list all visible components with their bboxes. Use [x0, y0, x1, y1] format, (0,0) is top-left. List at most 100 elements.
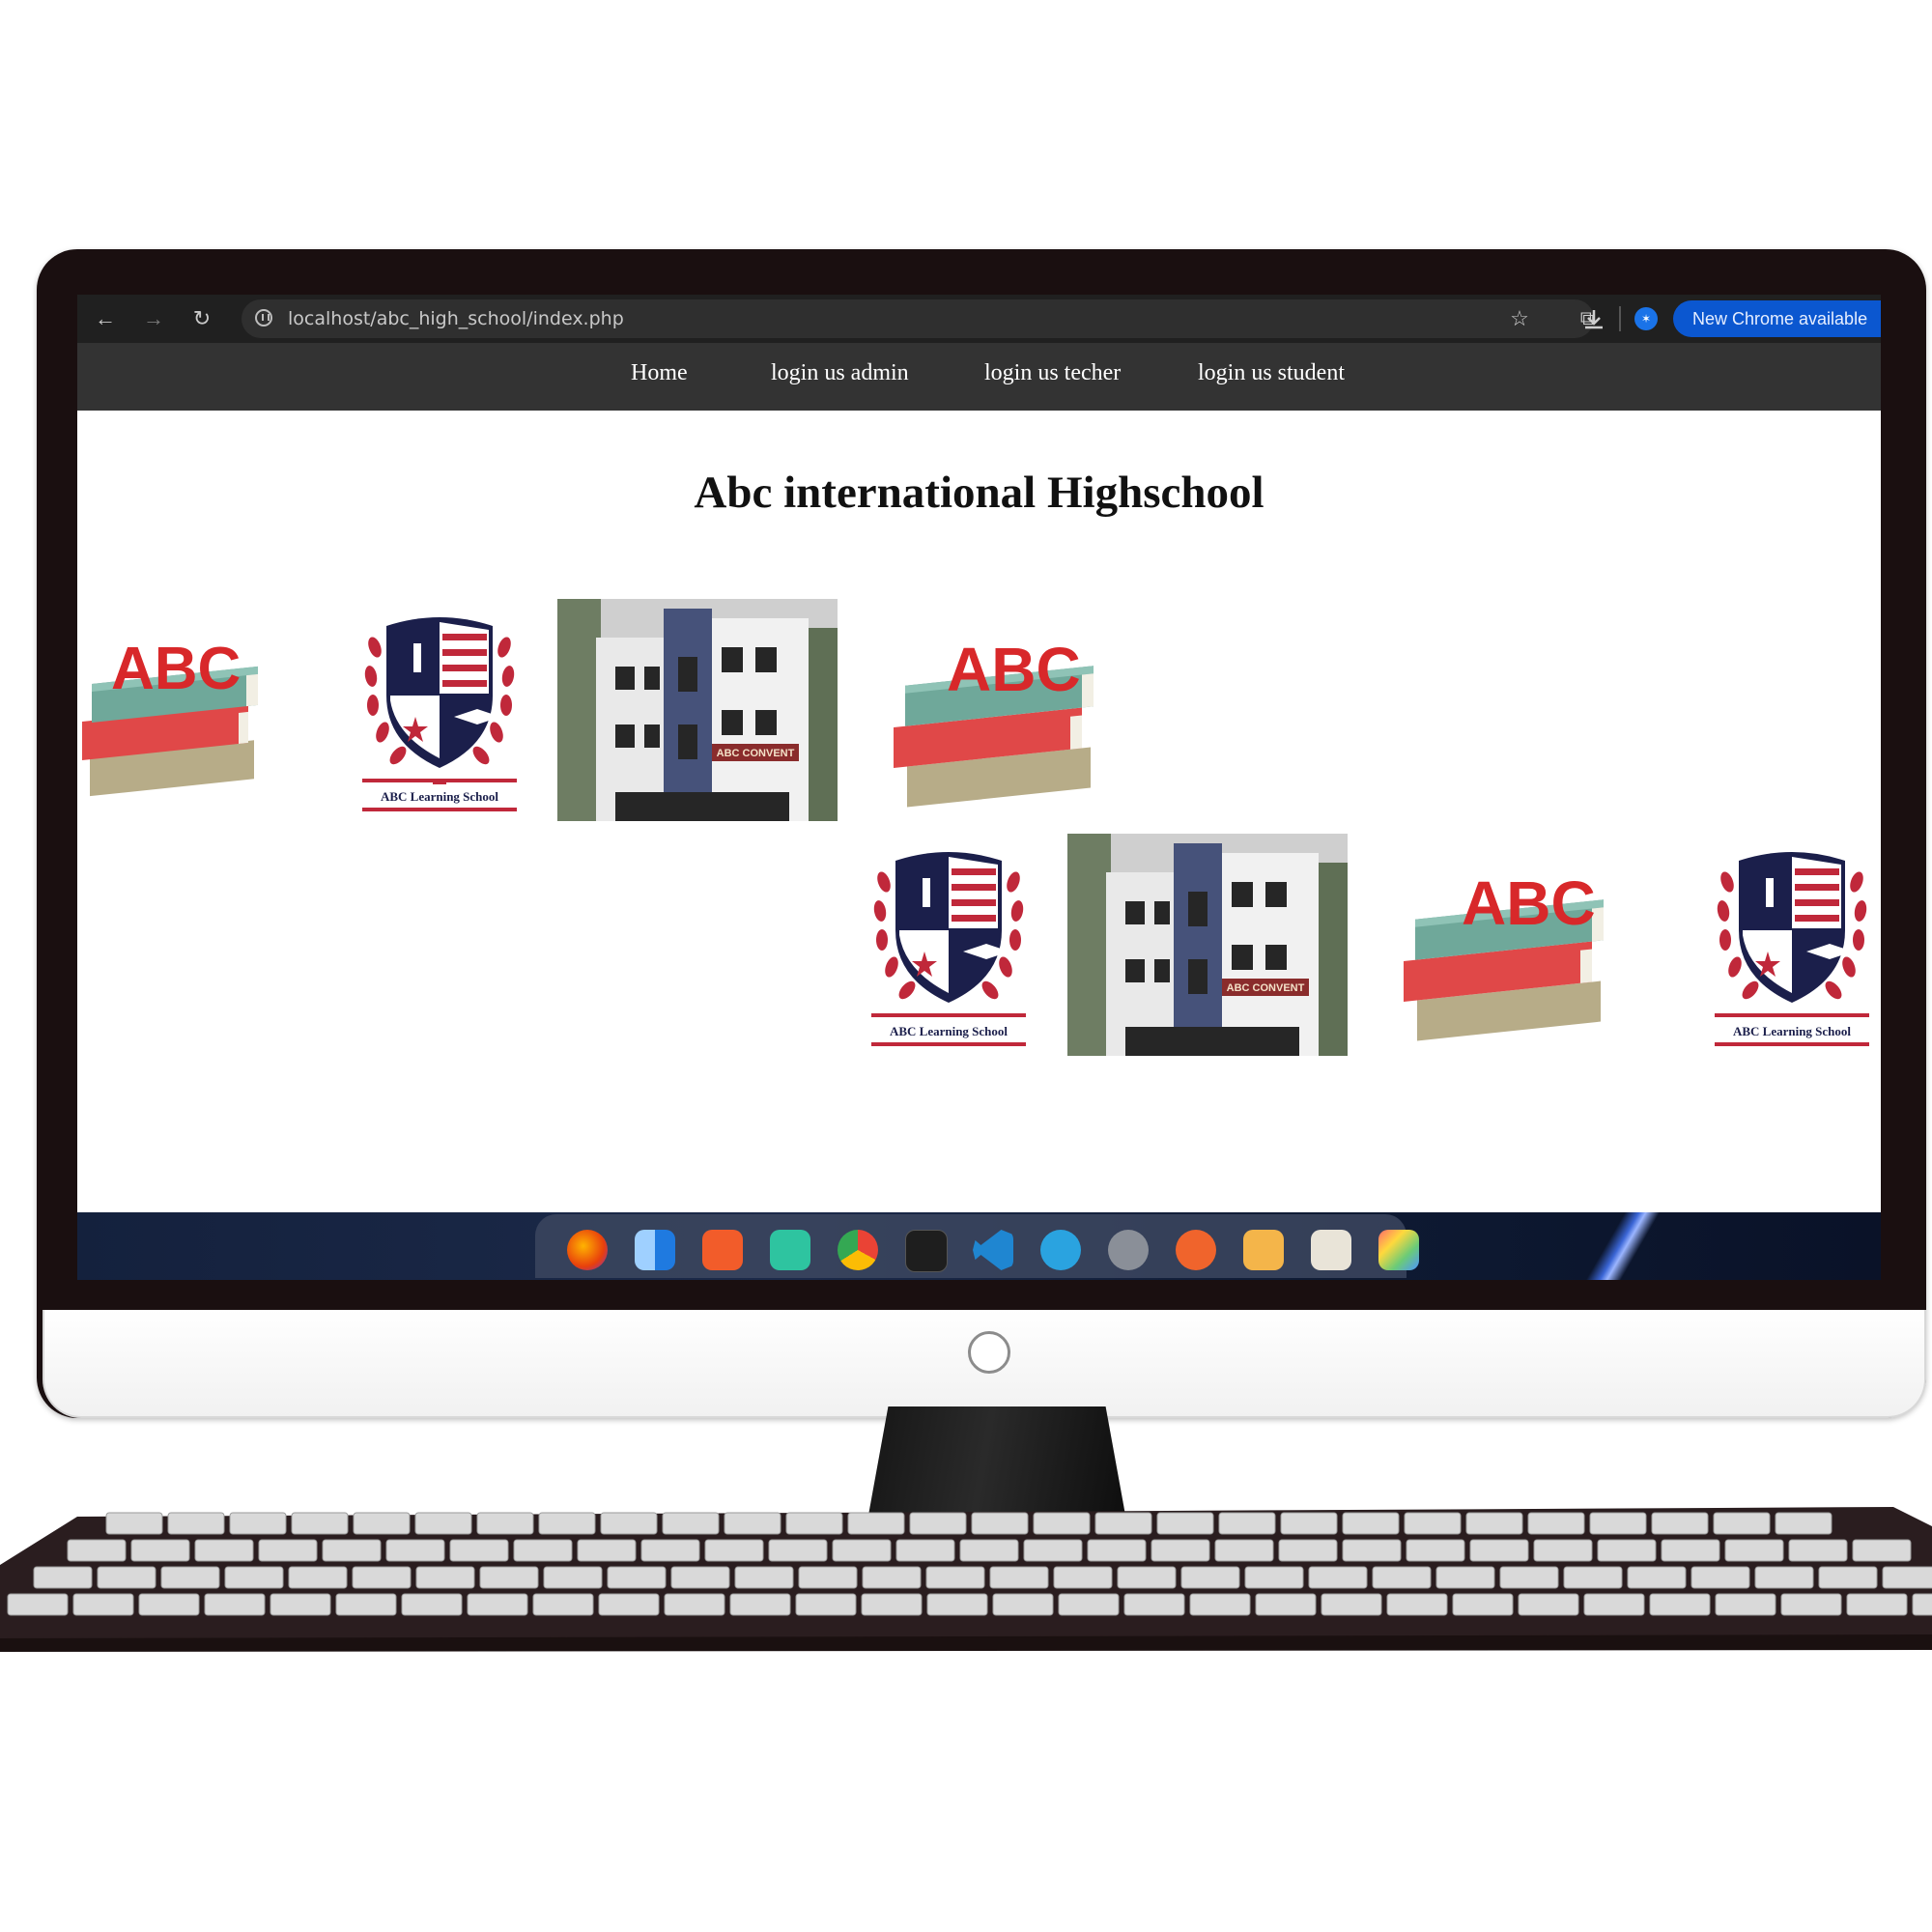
key	[1583, 1593, 1645, 1616]
key	[1661, 1539, 1720, 1562]
emblem-caption: ABC Learning School	[1733, 1024, 1851, 1038]
key	[1452, 1593, 1514, 1616]
download-icon[interactable]	[1581, 307, 1606, 332]
key	[414, 1512, 472, 1535]
key	[1499, 1566, 1559, 1589]
key	[926, 1593, 988, 1616]
settings-icon[interactable]	[1108, 1230, 1149, 1270]
key	[1527, 1512, 1585, 1535]
firefox-icon[interactable]	[567, 1230, 608, 1270]
abc-books-image: ABC	[894, 635, 1094, 808]
key	[795, 1593, 857, 1616]
update-chrome-button[interactable]: New Chrome available	[1673, 300, 1881, 337]
key	[1372, 1566, 1432, 1589]
chrome-icon[interactable]	[838, 1230, 878, 1270]
key	[989, 1566, 1049, 1589]
key	[785, 1512, 843, 1535]
terminal-icon[interactable]	[905, 1230, 948, 1272]
maps-icon[interactable]	[770, 1230, 810, 1270]
key	[1651, 1512, 1709, 1535]
key	[160, 1566, 220, 1589]
swift-icon[interactable]	[1176, 1230, 1216, 1270]
key	[513, 1539, 573, 1562]
key	[1724, 1539, 1784, 1562]
school-emblem-image: ABC Learning School	[362, 617, 517, 811]
key	[479, 1566, 539, 1589]
key	[798, 1566, 858, 1589]
key	[1342, 1539, 1402, 1562]
nav-login-teacher-link[interactable]: login us techer	[984, 360, 1121, 386]
address-bar[interactable]: localhost/abc_high_school/index.php	[242, 299, 1594, 338]
key	[1180, 1566, 1240, 1589]
key	[476, 1512, 534, 1535]
school-emblem-image: ABC Learning School	[1715, 852, 1869, 1046]
key	[1321, 1593, 1382, 1616]
key	[7, 1593, 69, 1616]
key	[670, 1566, 730, 1589]
notes-icon[interactable]	[1311, 1230, 1351, 1270]
nav-home-link[interactable]: Home	[631, 360, 688, 386]
key	[1123, 1593, 1185, 1616]
key	[1087, 1539, 1147, 1562]
url-text[interactable]: localhost/abc_high_school/index.php	[288, 308, 624, 329]
key	[1094, 1512, 1152, 1535]
back-icon[interactable]: ←	[93, 306, 118, 331]
key	[724, 1512, 781, 1535]
key	[1058, 1593, 1120, 1616]
key	[1690, 1566, 1750, 1589]
finder-icon[interactable]	[635, 1230, 675, 1270]
key	[322, 1539, 382, 1562]
key	[1386, 1593, 1448, 1616]
key	[204, 1593, 266, 1616]
key	[959, 1539, 1019, 1562]
wallpaper-stripe	[1555, 1212, 1690, 1280]
abc-letters: ABC	[111, 636, 241, 702]
key	[1308, 1566, 1368, 1589]
key	[1818, 1566, 1878, 1589]
monitor-stand	[867, 1406, 1126, 1520]
key	[291, 1512, 349, 1535]
key	[543, 1566, 603, 1589]
power-button	[968, 1331, 1010, 1374]
key	[1563, 1566, 1623, 1589]
key	[1518, 1593, 1579, 1616]
key	[401, 1593, 463, 1616]
key	[768, 1539, 828, 1562]
abc-letters: ABC	[947, 635, 1081, 704]
toolbar-divider	[1619, 306, 1621, 331]
key	[1033, 1512, 1091, 1535]
key	[600, 1512, 658, 1535]
key	[1278, 1539, 1338, 1562]
key	[832, 1539, 892, 1562]
key	[577, 1539, 637, 1562]
key	[1589, 1512, 1647, 1535]
key	[992, 1593, 1054, 1616]
key	[229, 1512, 287, 1535]
key	[258, 1539, 318, 1562]
keyboard	[0, 1507, 1932, 1652]
school-building-image: ABC CONVENT	[557, 599, 838, 821]
key	[1713, 1512, 1771, 1535]
key	[1435, 1566, 1495, 1589]
key	[1469, 1539, 1529, 1562]
key	[1280, 1512, 1338, 1535]
reload-icon[interactable]: ↻	[189, 306, 214, 331]
key	[72, 1593, 134, 1616]
bookmark-star-icon[interactable]: ☆	[1507, 306, 1532, 331]
profile-avatar[interactable]: ✶	[1634, 307, 1658, 330]
key	[734, 1566, 794, 1589]
site-info-icon[interactable]	[255, 309, 272, 327]
forward-icon[interactable]: →	[141, 306, 166, 331]
app-store-icon[interactable]	[702, 1230, 743, 1270]
key	[1218, 1512, 1276, 1535]
key	[538, 1512, 596, 1535]
archive-icon[interactable]	[1243, 1230, 1284, 1270]
key	[1342, 1512, 1400, 1535]
nav-login-admin-link[interactable]: login us admin	[771, 360, 909, 386]
photos-icon[interactable]	[1378, 1230, 1419, 1270]
key	[909, 1512, 967, 1535]
nav-login-student-link[interactable]: login us student	[1198, 360, 1345, 386]
telegram-icon[interactable]	[1040, 1230, 1081, 1270]
key	[449, 1539, 509, 1562]
key	[105, 1512, 163, 1535]
